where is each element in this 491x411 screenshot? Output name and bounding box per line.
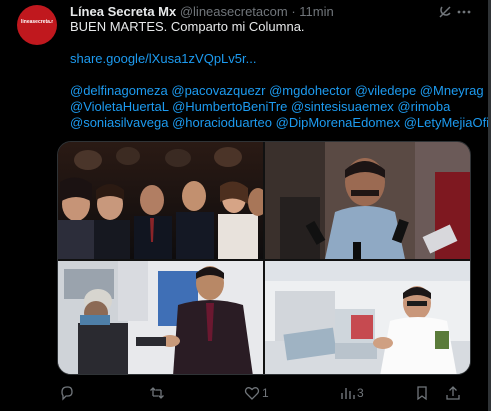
- display-name[interactable]: Línea Secreta Mx: [70, 4, 176, 19]
- tweet-time[interactable]: 11min: [299, 4, 333, 19]
- views-count: 3: [357, 386, 364, 400]
- reply-icon: [61, 386, 73, 401]
- audience-photo[interactable]: [58, 142, 263, 259]
- tweet-card[interactable]: lineasecreta.mx Línea Secreta Mx @lineas…: [0, 0, 491, 411]
- tweet-header: Línea Secreta Mx @lineasecretacom · 11mi…: [70, 4, 334, 20]
- mentions-line[interactable]: @delfinagomeza @pacovazquezr @mgdohector…: [70, 83, 485, 99]
- retweet-icon: [150, 387, 164, 399]
- avatar-logo-text: lineasecreta.mx: [21, 19, 53, 25]
- tweet-text-line: BUEN MARTES. Comparto mi Columna.: [70, 19, 305, 34]
- media-grid: [57, 141, 471, 375]
- interview-photo[interactable]: [265, 142, 470, 259]
- mentions-line[interactable]: @VioletaHuertaL @HumbertoBeniTre @sintes…: [70, 99, 485, 115]
- lab-photo[interactable]: [265, 261, 470, 374]
- avatar[interactable]: lineasecreta.mx: [17, 5, 57, 45]
- views-icon: [341, 388, 355, 399]
- share-icon: [446, 386, 460, 400]
- handshake-photo[interactable]: [58, 261, 263, 374]
- user-handle[interactable]: @lineasecretacom: [180, 4, 288, 19]
- mentions-line[interactable]: @soniasilvavega @horacioduarteo @DipMore…: [70, 115, 491, 131]
- like-icon: [244, 387, 260, 400]
- grok-icon[interactable]: [437, 4, 453, 20]
- tweet-actions: 1 3: [57, 383, 477, 403]
- mentions-block: @delfinagomeza @pacovazquezr @mgdohector…: [70, 83, 491, 131]
- bookmark-icon: [417, 386, 427, 401]
- separator-dot: ·: [291, 4, 296, 19]
- more-icon[interactable]: [456, 4, 472, 20]
- like-count: 1: [262, 386, 269, 400]
- tweet-link[interactable]: share.google/lXusa1zVQpLv5r...: [70, 51, 485, 67]
